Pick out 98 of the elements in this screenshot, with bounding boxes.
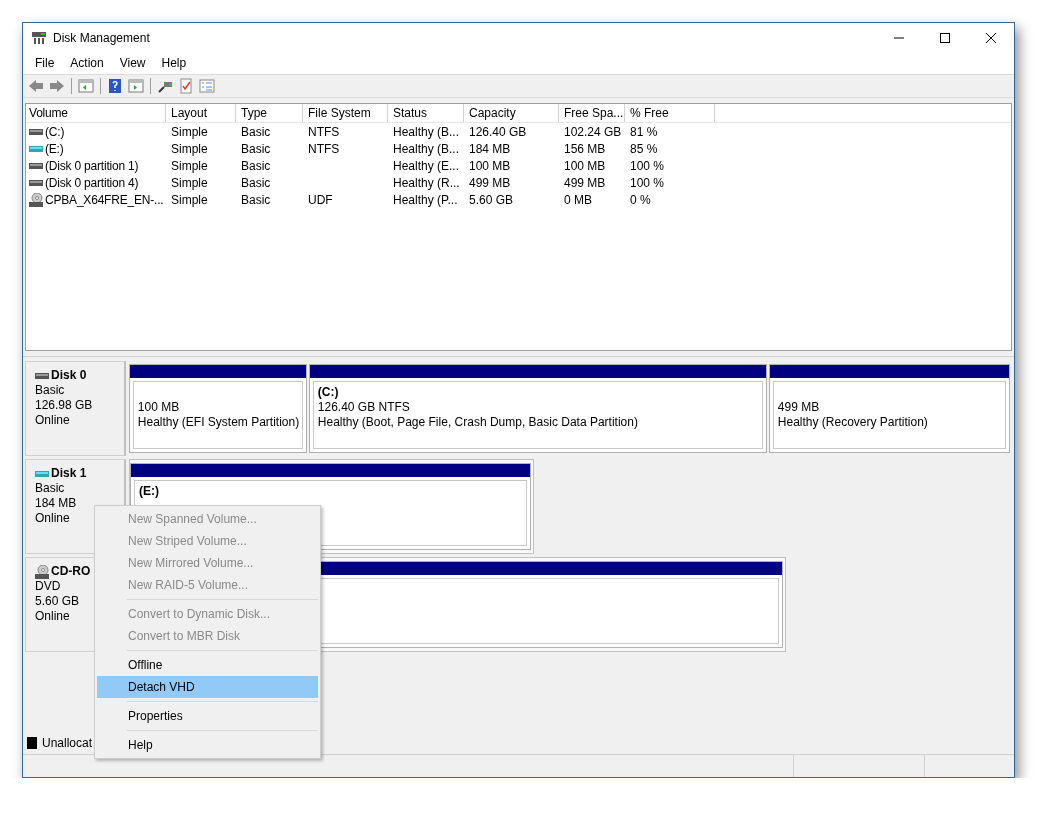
drive-icon — [35, 470, 49, 477]
partition-label: (C:) — [317, 385, 340, 400]
help-icon[interactable] — [107, 78, 123, 94]
table-cell: Basic — [241, 124, 271, 139]
table-cell: Simple — [171, 141, 208, 156]
disk-info: Online — [35, 609, 71, 624]
table-cell: 156 MB — [564, 141, 606, 156]
forward-arrow-icon[interactable] — [49, 78, 65, 94]
drive-icon — [35, 372, 49, 379]
cd-drive-icon — [29, 192, 43, 207]
disk-info: DVD — [35, 579, 62, 594]
partition-block[interactable]: 499 MB Healthy (Recovery Partition) — [768, 364, 1010, 453]
disk-info: 184 MB — [35, 496, 78, 511]
column-header[interactable]: File System — [303, 104, 388, 122]
table-cell: CPBA_X64FRE_EN-... — [45, 192, 164, 207]
table-cell: 0 % — [630, 192, 651, 207]
drive-icon — [29, 145, 43, 152]
menu-item[interactable]: Properties — [97, 705, 318, 727]
app-icon — [31, 30, 47, 45]
table-cell: 100 % — [630, 158, 665, 173]
column-header[interactable]: Free Spa... — [559, 104, 625, 122]
table-cell: Healthy (B... — [393, 141, 460, 156]
disk-name: CD-RO — [51, 564, 91, 579]
menu-item[interactable]: Help — [97, 734, 318, 756]
disk-info: Online — [35, 413, 71, 428]
checked-page-icon[interactable] — [178, 78, 194, 94]
table-cell: 100 MB — [564, 158, 606, 173]
table-cell: Simple — [171, 192, 208, 207]
partition-size: 499 MB — [777, 400, 821, 415]
table-cell: 5.60 GB — [469, 192, 514, 207]
table-cell: 81 % — [630, 124, 658, 139]
menu-item[interactable]: Detach VHD — [97, 676, 318, 698]
menu-item[interactable]: Help — [153, 56, 195, 70]
table-cell: 184 MB — [469, 141, 511, 156]
menu-item[interactable]: View — [111, 56, 154, 70]
drive-icon — [29, 179, 43, 186]
table-cell: 499 MB — [564, 175, 606, 190]
menu-item[interactable]: Action — [62, 56, 112, 70]
table-cell: Basic — [241, 192, 271, 207]
table-cell: Simple — [171, 158, 208, 173]
menu-item[interactable]: Offline — [97, 654, 318, 676]
partition-status: Healthy (Boot, Page File, Crash Dump, Basic Data Partition) — [317, 415, 639, 430]
partition-size: 100 MB — [137, 400, 181, 415]
disk-info: 5.60 GB — [35, 594, 81, 609]
disk-info: 126.98 GB — [35, 398, 94, 413]
action-pane-icon[interactable] — [128, 78, 144, 94]
table-cell: Simple — [171, 124, 208, 139]
column-header[interactable]: Volume — [26, 104, 166, 122]
table-cell: UDF — [308, 192, 333, 207]
partition-block[interactable]: 100 MB Healthy (EFI System Partition) — [128, 364, 307, 453]
table-cell: 100 % — [630, 175, 665, 190]
partition-status: Healthy (EFI System Partition) — [137, 415, 301, 430]
table-cell: Basic — [241, 175, 271, 190]
table-cell: 0 MB — [564, 192, 592, 207]
table-cell: (C:) — [45, 124, 65, 139]
column-header[interactable]: Layout — [166, 104, 236, 122]
disk-info: Online — [35, 511, 71, 526]
menu-item[interactable]: File — [27, 56, 63, 70]
table-cell: (E:) — [45, 141, 64, 156]
table-cell: 126.40 GB — [469, 124, 527, 139]
disk-name: Disk 1 — [51, 466, 87, 481]
column-header[interactable]: Capacity — [464, 104, 559, 122]
table-cell: Healthy (R... — [393, 175, 460, 190]
table-cell: (Disk 0 partition 1) — [45, 158, 139, 173]
column-header[interactable]: % Free — [625, 104, 715, 122]
table-cell: Simple — [171, 175, 208, 190]
maximize-icon — [940, 32, 950, 43]
drive-icon — [29, 128, 43, 135]
disk-label-panel[interactable]: Disk 0 Basic 126.98 GB Online — [25, 361, 126, 456]
disk-info: Basic — [35, 481, 66, 496]
cd-drive-icon — [35, 564, 49, 579]
table-cell: Healthy (B... — [393, 124, 460, 139]
table-cell: 499 MB — [469, 175, 511, 190]
close-icon — [986, 32, 996, 43]
column-header[interactable]: Status — [388, 104, 464, 122]
table-cell: NTFS — [308, 124, 340, 139]
table-cell: (Disk 0 partition 4) — [45, 175, 139, 190]
window-title: Disk Management — [53, 30, 150, 45]
disk-info: Basic — [35, 383, 66, 398]
checklist-icon[interactable] — [199, 78, 215, 94]
table-cell: Basic — [241, 141, 271, 156]
disk-name: Disk 0 — [51, 368, 87, 383]
drive-icon — [29, 162, 43, 169]
table-cell: Basic — [241, 158, 271, 173]
table-cell: Healthy (E... — [393, 158, 460, 173]
table-cell: NTFS — [308, 141, 340, 156]
table-cell: 85 % — [630, 141, 658, 156]
console-tree-icon[interactable] — [78, 78, 94, 94]
partition-label: (E:) — [139, 484, 160, 499]
table-cell: 102.24 GB — [564, 124, 622, 139]
back-arrow-icon[interactable] — [28, 78, 44, 94]
partition-status: Healthy (Recovery Partition) — [777, 415, 929, 430]
column-header[interactable]: Type — [236, 104, 303, 122]
table-cell: 100 MB — [469, 158, 511, 173]
table-cell: Healthy (P... — [393, 192, 458, 207]
partition-size: 126.40 GB NTFS — [317, 400, 411, 415]
partition-block[interactable]: (C:) 126.40 GB NTFS Healthy (Boot, Page File, Crash Dump, Basic Data Partition) — [308, 364, 767, 453]
legend-label: Unallocat — [42, 736, 93, 750]
